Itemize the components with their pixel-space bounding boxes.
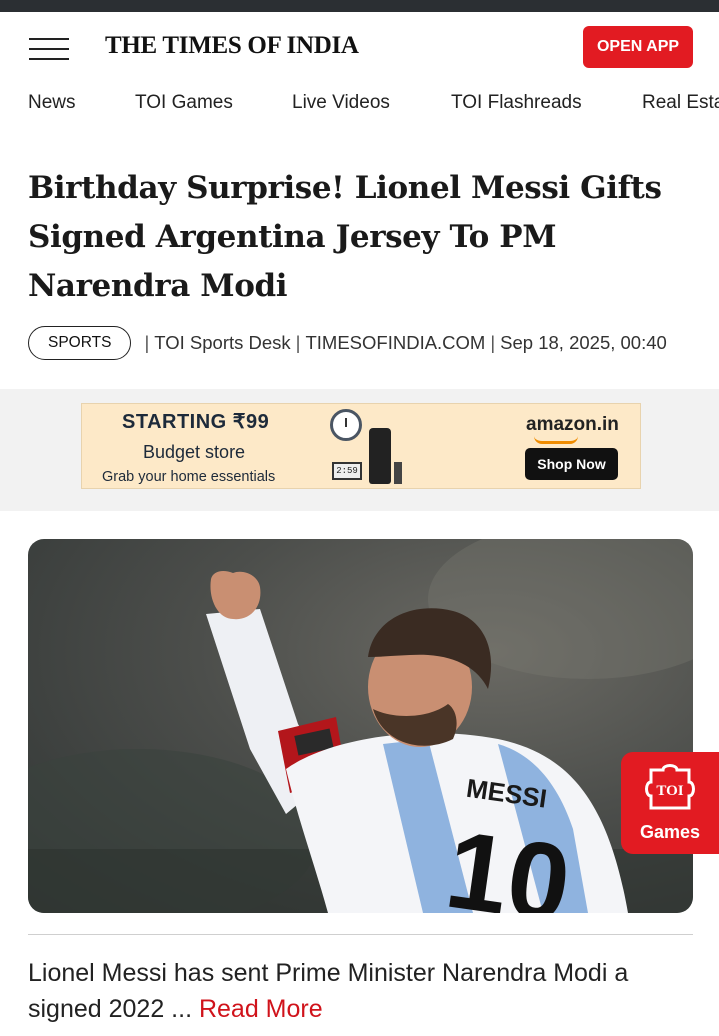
category-badge[interactable]: SPORTS	[28, 326, 132, 360]
article-datetime: Sep 18, 2025, 00:40	[500, 332, 667, 353]
games-icon-text: TOI	[656, 783, 683, 799]
amazon-smile-icon	[534, 436, 578, 444]
hamburger-menu-icon[interactable]	[29, 36, 69, 62]
site-header: THE TIMES OF INDIA OPEN APP	[0, 12, 719, 84]
nav-item-toi-flashreads[interactable]: TOI Flashreads	[451, 92, 582, 114]
amazon-ad-banner[interactable]: STARTING ₹99 Budget store Grab your home…	[81, 403, 641, 489]
summary-text: Lionel Messi has sent Prime Minister Nar…	[28, 959, 629, 1023]
ad-section: STARTING ₹99 Budget store Grab your home…	[0, 389, 719, 511]
hero-illustration: MESSI 10	[28, 539, 693, 913]
puzzle-piece-icon: TOI	[645, 764, 695, 810]
shop-now-button[interactable]: Shop Now	[525, 448, 618, 480]
digital-clock-icon: 2:59	[332, 462, 362, 480]
article-summary: Lionel Messi has sent Prime Minister Nar…	[28, 955, 708, 1027]
meta-separator: |	[490, 332, 496, 353]
meta-separator: |	[144, 332, 150, 353]
site-logo[interactable]: THE TIMES OF INDIA	[105, 32, 359, 60]
open-app-button[interactable]: OPEN APP	[583, 26, 693, 68]
nav-item-live-videos[interactable]: Live Videos	[292, 92, 390, 114]
article-author: TOI Sports Desk	[154, 332, 291, 353]
nav-item-news[interactable]: News	[28, 92, 76, 114]
amazon-logo: amazon.in	[526, 414, 619, 435]
article-byline: | TOI Sports Desk | TIMESOFINDIA.COM | Sep 18…	[139, 332, 666, 354]
ad-headline: STARTING ₹99	[122, 411, 270, 433]
hero-image[interactable]: MESSI 10	[28, 539, 693, 913]
meta-separator: |	[295, 332, 301, 353]
nav-item-real-estate[interactable]: Real Estate	[642, 92, 719, 114]
content-divider	[28, 934, 693, 935]
nav-item-toi-games[interactable]: TOI Games	[135, 92, 233, 114]
ad-subtitle: Budget store	[143, 442, 246, 462]
section-nav: News TOI Games Live Videos TOI Flashread…	[0, 84, 719, 124]
games-label: Games	[639, 822, 701, 842]
article-source: TIMESOFINDIA.COM	[305, 332, 486, 353]
ad-tagline: Grab your home essentials	[102, 469, 276, 485]
read-more-link[interactable]: Read More	[199, 995, 323, 1023]
status-strip	[0, 0, 719, 12]
jersey-number: 10	[439, 808, 577, 913]
article-headline: Birthday Surprise! Lionel Messi Gifts Si…	[28, 170, 662, 304]
article-meta: SPORTS | TOI Sports Desk | TIMESOFINDIA.COM…	[28, 326, 708, 360]
bottle-small-icon	[394, 462, 402, 484]
toi-games-widget[interactable]: TOI Games	[621, 752, 719, 854]
bottle-icon	[369, 428, 391, 484]
wall-clock-icon	[330, 409, 362, 441]
